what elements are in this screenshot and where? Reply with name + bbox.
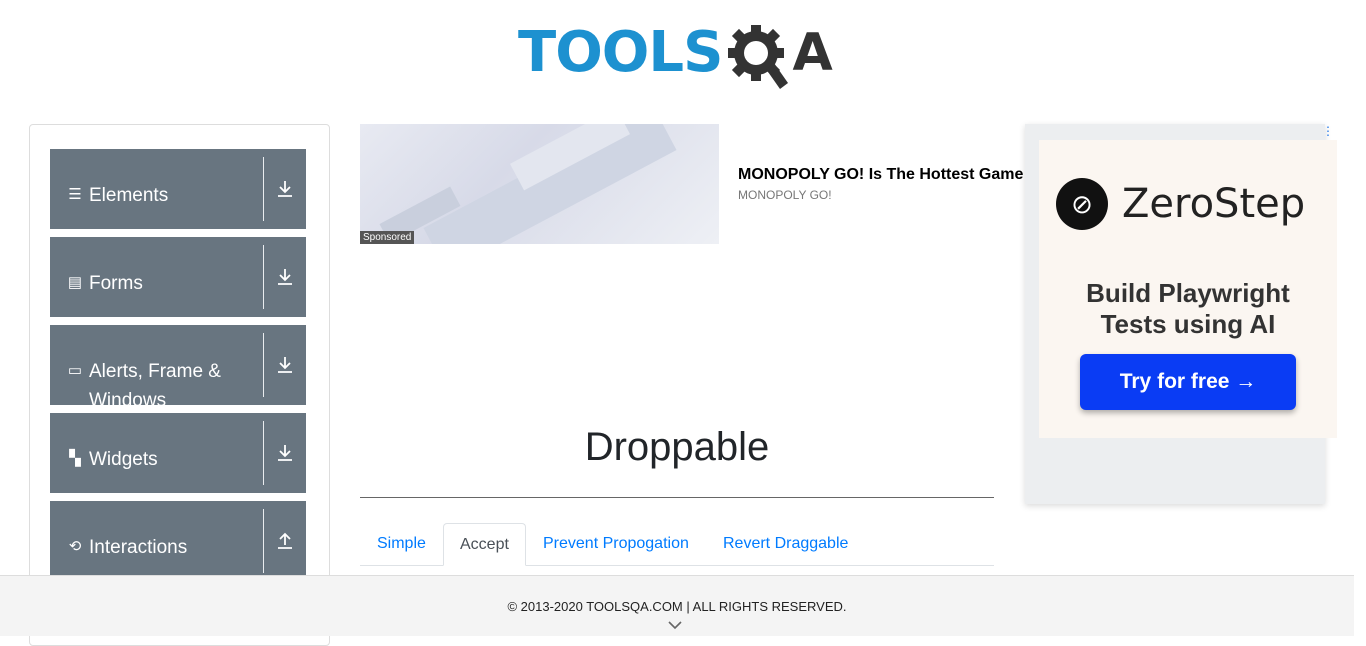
banner-tagline: Build Playwright Tests using AI (1086, 278, 1290, 339)
tab-revert-draggable[interactable]: Revert Draggable (707, 523, 864, 564)
try-for-free-button[interactable]: Try for free → (1080, 354, 1296, 410)
list-icon: ☰ (68, 186, 82, 203)
download-icon[interactable] (264, 413, 306, 493)
sidebar-group-widgets[interactable]: ▚ Widgets (50, 413, 306, 493)
ad-title-link[interactable]: MONOPOLY GO! Is The Hottest Game (738, 166, 1023, 184)
zerostep-banner[interactable]: ⊘ ZeroStep Build Playwright Tests using … (1025, 124, 1337, 504)
sidebar-group-label: Alerts, Frame & Windows (89, 361, 221, 411)
tab-bar: Simple Accept Prevent Propogation Revert… (360, 523, 994, 566)
toolsqa-logo[interactable]: TOOLS A (518, 15, 833, 91)
zerostep-logo-icon: ⊘ (1056, 178, 1108, 230)
sidebar-group-alerts-frame-windows[interactable]: ▭ Alerts, Frame & Windows (50, 325, 306, 411)
sponsored-label: Sponsored (360, 231, 415, 244)
window-icon: ▭ (67, 362, 83, 379)
chevron-down-icon[interactable] (667, 617, 683, 633)
zerostep-name: ZeroStep (1122, 181, 1306, 227)
divider (360, 497, 994, 498)
download-icon[interactable] (264, 325, 306, 405)
ad-source: MONOPOLY GO! (738, 188, 832, 202)
interactions-icon: ⟲ (68, 538, 82, 555)
logo-tools-text: TOOLS (518, 20, 723, 85)
sidebar: ☰ Elements ▤ Forms ▭ Alerts, Frame & Win… (29, 124, 330, 646)
widgets-icon: ▚ (69, 450, 81, 467)
form-icon: ▤ (67, 274, 83, 291)
download-icon[interactable] (264, 149, 306, 229)
sidebar-group-label: Widgets (89, 449, 158, 470)
gear-icon (728, 25, 789, 89)
scrollbar[interactable] (1354, 0, 1366, 635)
sidebar-group-label: Forms (89, 273, 143, 294)
sidebar-group-interactions[interactable]: ⟲ Interactions (50, 501, 306, 581)
tab-prevent-propogation[interactable]: Prevent Propogation (527, 523, 705, 564)
upload-icon[interactable] (264, 501, 306, 581)
sidebar-group-label: Elements (89, 185, 169, 206)
ad-image[interactable]: Sponsored (360, 124, 719, 244)
logo-a-text: A (792, 23, 833, 83)
zerostep-logo: ⊘ ZeroStep (1056, 178, 1305, 230)
tab-simple[interactable]: Simple (361, 523, 442, 564)
sidebar-group-label: Interactions (89, 537, 188, 558)
sidebar-group-forms[interactable]: ▤ Forms (50, 237, 306, 317)
tab-accept[interactable]: Accept (443, 523, 526, 566)
sidebar-group-elements[interactable]: ☰ Elements (50, 149, 306, 229)
page-title: Droppable (584, 425, 770, 469)
footer: © 2013-2020 TOOLSQA.COM | ALL RIGHTS RES… (0, 575, 1354, 636)
download-icon[interactable] (264, 237, 306, 317)
footer-copyright: © 2013-2020 TOOLSQA.COM | ALL RIGHTS RES… (507, 599, 847, 614)
ad-options-icon[interactable]: ⋮ (1322, 124, 1334, 138)
